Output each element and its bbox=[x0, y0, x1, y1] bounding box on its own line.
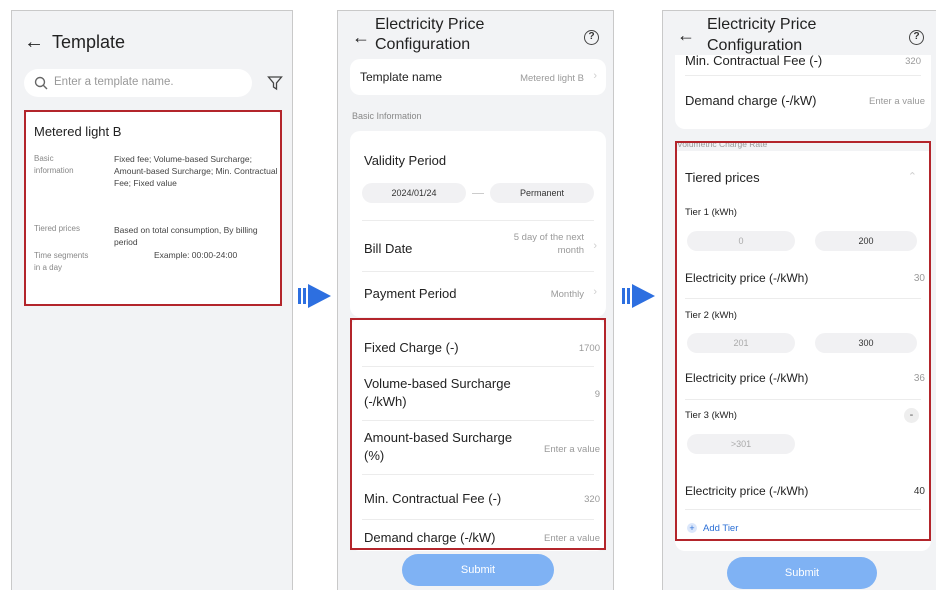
filter-icon[interactable] bbox=[267, 75, 283, 91]
highlight-box bbox=[24, 110, 282, 306]
template-name-value: Metered light B bbox=[520, 73, 584, 84]
page-title-line1: Electricity Price bbox=[707, 16, 817, 33]
tiered-price-screen: Min. Contractual Fee (-) 320 Demand char… bbox=[662, 10, 936, 590]
demand-charge-label: Demand charge (-/kW) bbox=[685, 93, 817, 108]
help-icon[interactable]: ? bbox=[909, 30, 924, 45]
highlight-box bbox=[350, 318, 606, 550]
chevron-right-icon: › bbox=[593, 240, 597, 252]
demand-charge-input[interactable]: Enter a value bbox=[869, 96, 925, 107]
section-label: Basic Information bbox=[352, 111, 422, 121]
page-title-line2: Configuration bbox=[375, 36, 471, 53]
help-icon[interactable]: ? bbox=[584, 30, 599, 45]
highlight-box bbox=[675, 141, 931, 541]
chevron-right-icon: › bbox=[593, 286, 597, 298]
payment-period-value[interactable]: Monthly bbox=[551, 289, 584, 300]
basic-info-card: Validity Period 2024/01/24 Permanent Bil… bbox=[350, 131, 606, 317]
submit-button[interactable]: Submit bbox=[727, 557, 877, 589]
back-arrow-icon[interactable]: ← bbox=[24, 31, 44, 54]
back-arrow-icon[interactable]: ← bbox=[677, 25, 695, 46]
divider bbox=[362, 271, 594, 272]
search-icon bbox=[34, 76, 48, 90]
page-title-line1: Electricity Price bbox=[375, 16, 485, 33]
flow-arrow-icon bbox=[298, 284, 331, 308]
template-name-row[interactable]: Template name Metered light B › bbox=[350, 59, 606, 95]
search-input[interactable]: Enter a template name. bbox=[24, 69, 252, 97]
flow-arrow-icon bbox=[622, 284, 655, 308]
charges-card-scrolled: Min. Contractual Fee (-) 320 Demand char… bbox=[675, 49, 931, 129]
divider bbox=[362, 220, 594, 221]
search-placeholder: Enter a template name. bbox=[54, 76, 174, 88]
min-fee-label: Min. Contractual Fee (-) bbox=[685, 53, 823, 68]
range-dash bbox=[472, 193, 484, 194]
validity-start-field[interactable]: 2024/01/24 bbox=[362, 183, 466, 203]
divider bbox=[685, 75, 921, 76]
validity-label: Validity Period bbox=[364, 153, 447, 168]
page-title: Template bbox=[52, 32, 126, 52]
bill-date-value[interactable]: 5 day of the next month bbox=[494, 231, 584, 257]
template-name-label: Template name bbox=[360, 70, 443, 84]
submit-button[interactable]: Submit bbox=[402, 554, 554, 586]
header-bar: ← Electricity Price Configuration ? bbox=[663, 11, 936, 55]
chevron-right-icon: › bbox=[593, 70, 597, 82]
min-fee-input[interactable]: 320 bbox=[905, 56, 921, 67]
page-title-line2: Configuration bbox=[707, 37, 803, 54]
payment-period-label: Payment Period bbox=[364, 286, 457, 301]
template-screen: ← Template Enter a template name. Metere… bbox=[11, 10, 293, 590]
bill-date-label: Bill Date bbox=[364, 241, 413, 256]
price-config-screen: ← Electricity Price Configuration ? Temp… bbox=[337, 10, 614, 590]
back-arrow-icon[interactable]: ← bbox=[352, 27, 370, 48]
validity-end-field[interactable]: Permanent bbox=[490, 183, 594, 203]
